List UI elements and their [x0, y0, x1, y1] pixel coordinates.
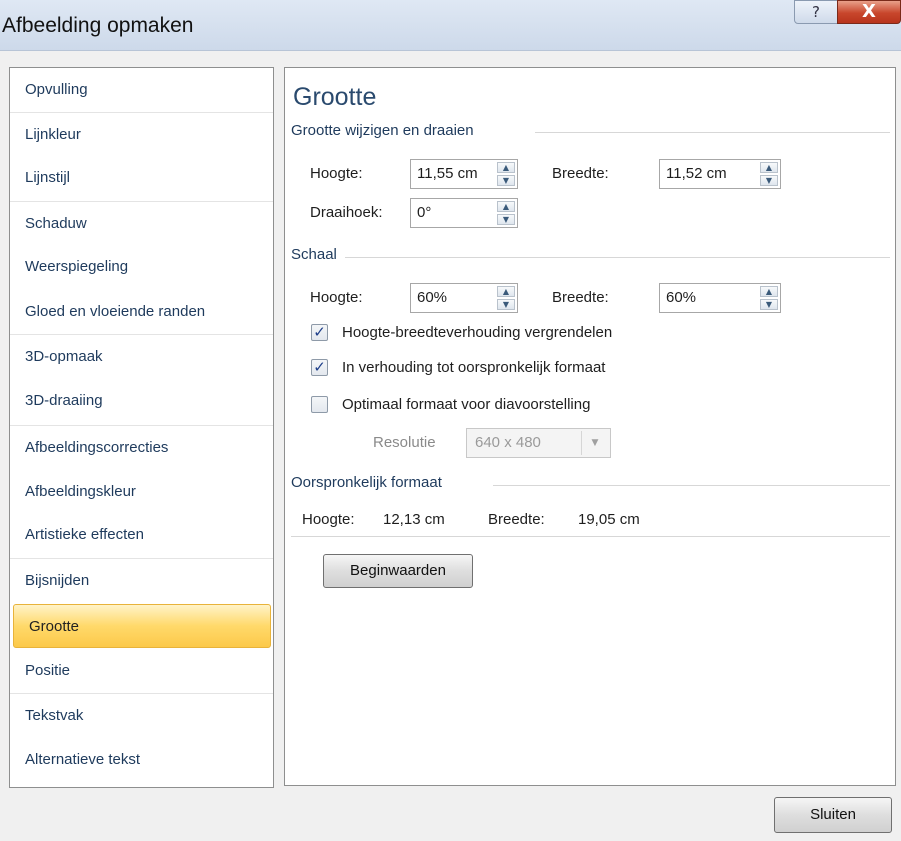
rotation-value[interactable]: 0° — [417, 204, 431, 221]
relative-original-label[interactable]: In verhouding tot oorspronkelijk formaat — [342, 359, 605, 376]
lock-aspect-label[interactable]: Hoogte-breedteverhouding vergrendelen — [342, 324, 612, 341]
spin-arrows: ▲ ▼ — [497, 201, 515, 225]
section-divider — [345, 257, 890, 258]
best-scale-checkbox[interactable] — [311, 396, 328, 413]
scale-width-stepper[interactable]: 60% ▲ ▼ — [659, 283, 781, 313]
width-value[interactable]: 11,52 cm — [666, 165, 727, 182]
spin-arrows: ▲ ▼ — [497, 162, 515, 186]
spin-down-icon[interactable]: ▼ — [760, 175, 778, 186]
spin-arrows: ▲ ▼ — [760, 162, 778, 186]
width-label: Breedte: — [552, 165, 609, 182]
section-divider — [535, 132, 890, 133]
resolution-value: 640 x 480 — [475, 434, 541, 451]
size-panel: Grootte Grootte wijzigen en draaien Hoog… — [284, 67, 896, 786]
chevron-down-icon[interactable]: ▼ — [581, 431, 608, 455]
spin-arrows: ▲ ▼ — [497, 286, 515, 310]
scale-height-stepper[interactable]: 60% ▲ ▼ — [410, 283, 518, 313]
reset-button[interactable]: Beginwaarden — [323, 554, 473, 588]
help-button[interactable]: ? — [794, 0, 838, 24]
sidebar-item-bijsnijden[interactable]: Bijsnijden — [10, 558, 273, 602]
resolution-label: Resolutie — [373, 434, 436, 451]
sidebar-item-3d-opmaak[interactable]: 3D-opmaak — [10, 334, 273, 378]
section-divider — [493, 485, 890, 486]
spin-up-icon[interactable]: ▲ — [497, 201, 515, 212]
spin-down-icon[interactable]: ▼ — [497, 299, 515, 310]
spin-arrows: ▲ ▼ — [760, 286, 778, 310]
rotation-stepper[interactable]: 0° ▲ ▼ — [410, 198, 518, 228]
original-width-label: Breedte: — [488, 511, 545, 528]
sidebar-item-afbeeldingscorrecties[interactable]: Afbeeldingscorrecties — [10, 425, 273, 469]
sidebar-item-lijnkleur[interactable]: Lijnkleur — [10, 112, 273, 156]
spin-down-icon[interactable]: ▼ — [497, 175, 515, 186]
resize-section-title: Grootte wijzigen en draaien — [291, 122, 474, 139]
sidebar-item-afbeeldingskleur[interactable]: Afbeeldingskleur — [10, 470, 273, 514]
best-scale-label[interactable]: Optimaal formaat voor diavoorstelling — [342, 396, 590, 413]
scale-height-value[interactable]: 60% — [417, 289, 447, 306]
section-divider — [291, 536, 890, 537]
scale-width-value[interactable]: 60% — [666, 289, 696, 306]
sidebar-item-weerspiegeling[interactable]: Weerspiegeling — [10, 245, 273, 289]
sidebar-item-alternatieve-tekst[interactable]: Alternatieve tekst — [10, 738, 273, 782]
relative-original-checkbox[interactable]: ✓ — [311, 359, 328, 376]
category-sidebar: Opvulling Lijnkleur Lijnstijl Schaduw We… — [9, 67, 274, 788]
sidebar-item-opvulling[interactable]: Opvulling — [10, 68, 273, 112]
original-section-title: Oorspronkelijk formaat — [291, 474, 442, 491]
close-button[interactable]: Sluiten — [774, 797, 892, 833]
spin-up-icon[interactable]: ▲ — [760, 286, 778, 297]
height-label: Hoogte: — [310, 165, 363, 182]
sidebar-item-positie[interactable]: Positie — [10, 649, 273, 693]
height-value[interactable]: 11,55 cm — [417, 165, 478, 182]
sidebar-item-3d-draaiing[interactable]: 3D-draaiing — [10, 379, 273, 423]
scale-width-label: Breedte: — [552, 289, 609, 306]
width-stepper[interactable]: 11,52 cm ▲ ▼ — [659, 159, 781, 189]
height-stepper[interactable]: 11,55 cm ▲ ▼ — [410, 159, 518, 189]
sidebar-item-artistieke-effecten[interactable]: Artistieke effecten — [10, 513, 273, 557]
page-title: Grootte — [293, 83, 377, 111]
lock-aspect-checkbox[interactable]: ✓ — [311, 324, 328, 341]
spin-up-icon[interactable]: ▲ — [497, 162, 515, 173]
resolution-select[interactable]: 640 x 480 ▼ — [466, 428, 611, 458]
close-window-button[interactable]: X — [837, 0, 901, 24]
format-picture-dialog: Afbeelding opmaken ? X Opvulling Lijnkle… — [0, 0, 901, 841]
title-bar: Afbeelding opmaken ? X — [0, 0, 901, 51]
spin-down-icon[interactable]: ▼ — [497, 214, 515, 225]
spin-down-icon[interactable]: ▼ — [760, 299, 778, 310]
dialog-title: Afbeelding opmaken — [2, 14, 194, 37]
original-height-label: Hoogte: — [302, 511, 355, 528]
sidebar-item-grootte[interactable]: Grootte — [13, 604, 271, 648]
spin-up-icon[interactable]: ▲ — [497, 286, 515, 297]
sidebar-item-gloed[interactable]: Gloed en vloeiende randen — [10, 290, 273, 334]
scale-section-title: Schaal — [291, 246, 337, 263]
sidebar-item-tekstvak[interactable]: Tekstvak — [10, 693, 273, 737]
sidebar-item-lijnstijl[interactable]: Lijnstijl — [10, 156, 273, 200]
rotation-label: Draaihoek: — [310, 204, 383, 221]
scale-height-label: Hoogte: — [310, 289, 363, 306]
original-width-value: 19,05 cm — [578, 511, 640, 528]
spin-up-icon[interactable]: ▲ — [760, 162, 778, 173]
original-height-value: 12,13 cm — [383, 511, 445, 528]
sidebar-item-schaduw[interactable]: Schaduw — [10, 201, 273, 245]
